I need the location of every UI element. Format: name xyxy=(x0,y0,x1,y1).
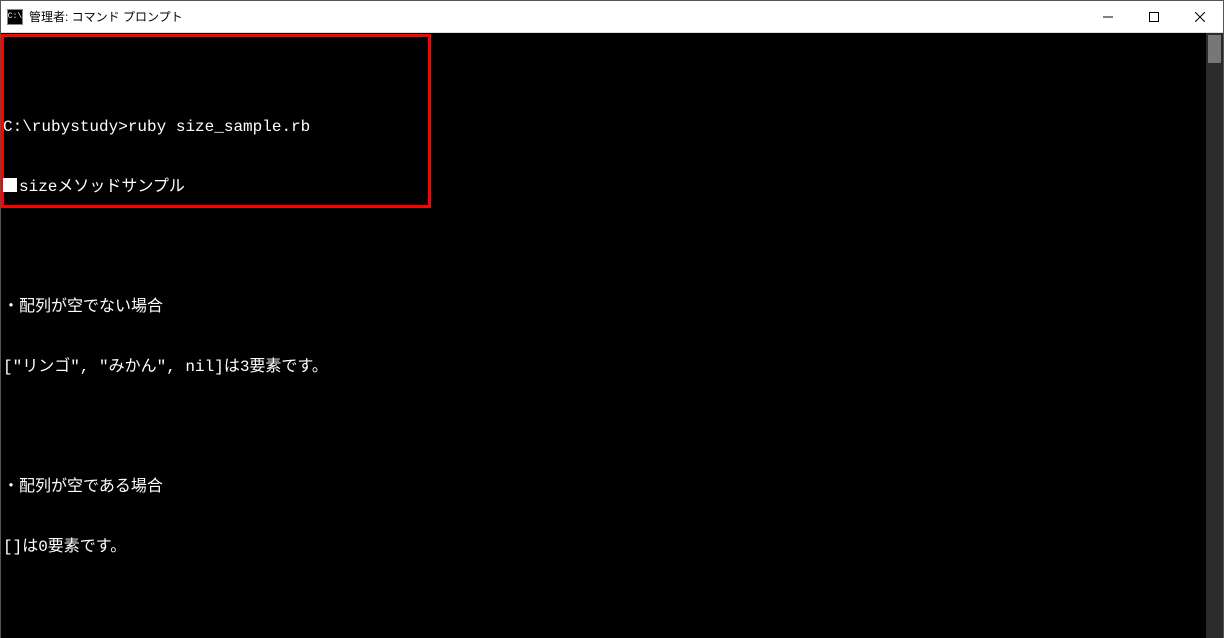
terminal-blank-line xyxy=(3,597,1204,617)
output-text: []は0要素です。 xyxy=(3,538,126,556)
client-area: C:\rubystudy>ruby size_sample.rb sizeメソッ… xyxy=(1,33,1223,638)
output-text: ["リンゴ", "みかん", nil]は3要素です。 xyxy=(3,358,328,376)
filled-square-icon xyxy=(3,178,17,192)
terminal-line: []は0要素です。 xyxy=(3,537,1204,557)
prompt-text: C:\rubystudy> xyxy=(3,118,128,136)
scrollbar-thumb[interactable] xyxy=(1208,35,1221,63)
output-text: sizeメソッドサンプル xyxy=(19,178,185,196)
close-icon xyxy=(1195,12,1205,22)
command-text: ruby size_sample.rb xyxy=(128,118,310,136)
titlebar[interactable]: C:\ 管理者: コマンド プロンプト xyxy=(1,1,1223,33)
terminal-line: ・配列が空でない場合 xyxy=(3,297,1204,317)
terminal-blank-line xyxy=(3,417,1204,437)
output-text: ・配列が空である場合 xyxy=(3,478,163,496)
terminal-line: C:\rubystudy>ruby size_sample.rb xyxy=(3,117,1204,137)
output-text: ・配列が空でない場合 xyxy=(3,298,163,316)
terminal-line: ["リンゴ", "みかん", nil]は3要素です。 xyxy=(3,357,1204,377)
close-button[interactable] xyxy=(1177,1,1223,33)
terminal-line: sizeメソッドサンプル xyxy=(3,177,1204,197)
command-prompt-window: C:\ 管理者: コマンド プロンプト C:\rubystudy>ruby si… xyxy=(0,0,1224,638)
terminal-blank-line xyxy=(3,237,1204,257)
maximize-icon xyxy=(1149,12,1159,22)
vertical-scrollbar[interactable] xyxy=(1206,33,1223,638)
maximize-button[interactable] xyxy=(1131,1,1177,33)
minimize-button[interactable] xyxy=(1085,1,1131,33)
terminal-line: ・配列が空である場合 xyxy=(3,477,1204,497)
app-icon-label: C:\ xyxy=(8,12,22,21)
minimize-icon xyxy=(1103,12,1113,22)
terminal-output[interactable]: C:\rubystudy>ruby size_sample.rb sizeメソッ… xyxy=(1,33,1206,638)
app-icon: C:\ xyxy=(7,9,23,25)
window-title: 管理者: コマンド プロンプト xyxy=(29,8,183,25)
